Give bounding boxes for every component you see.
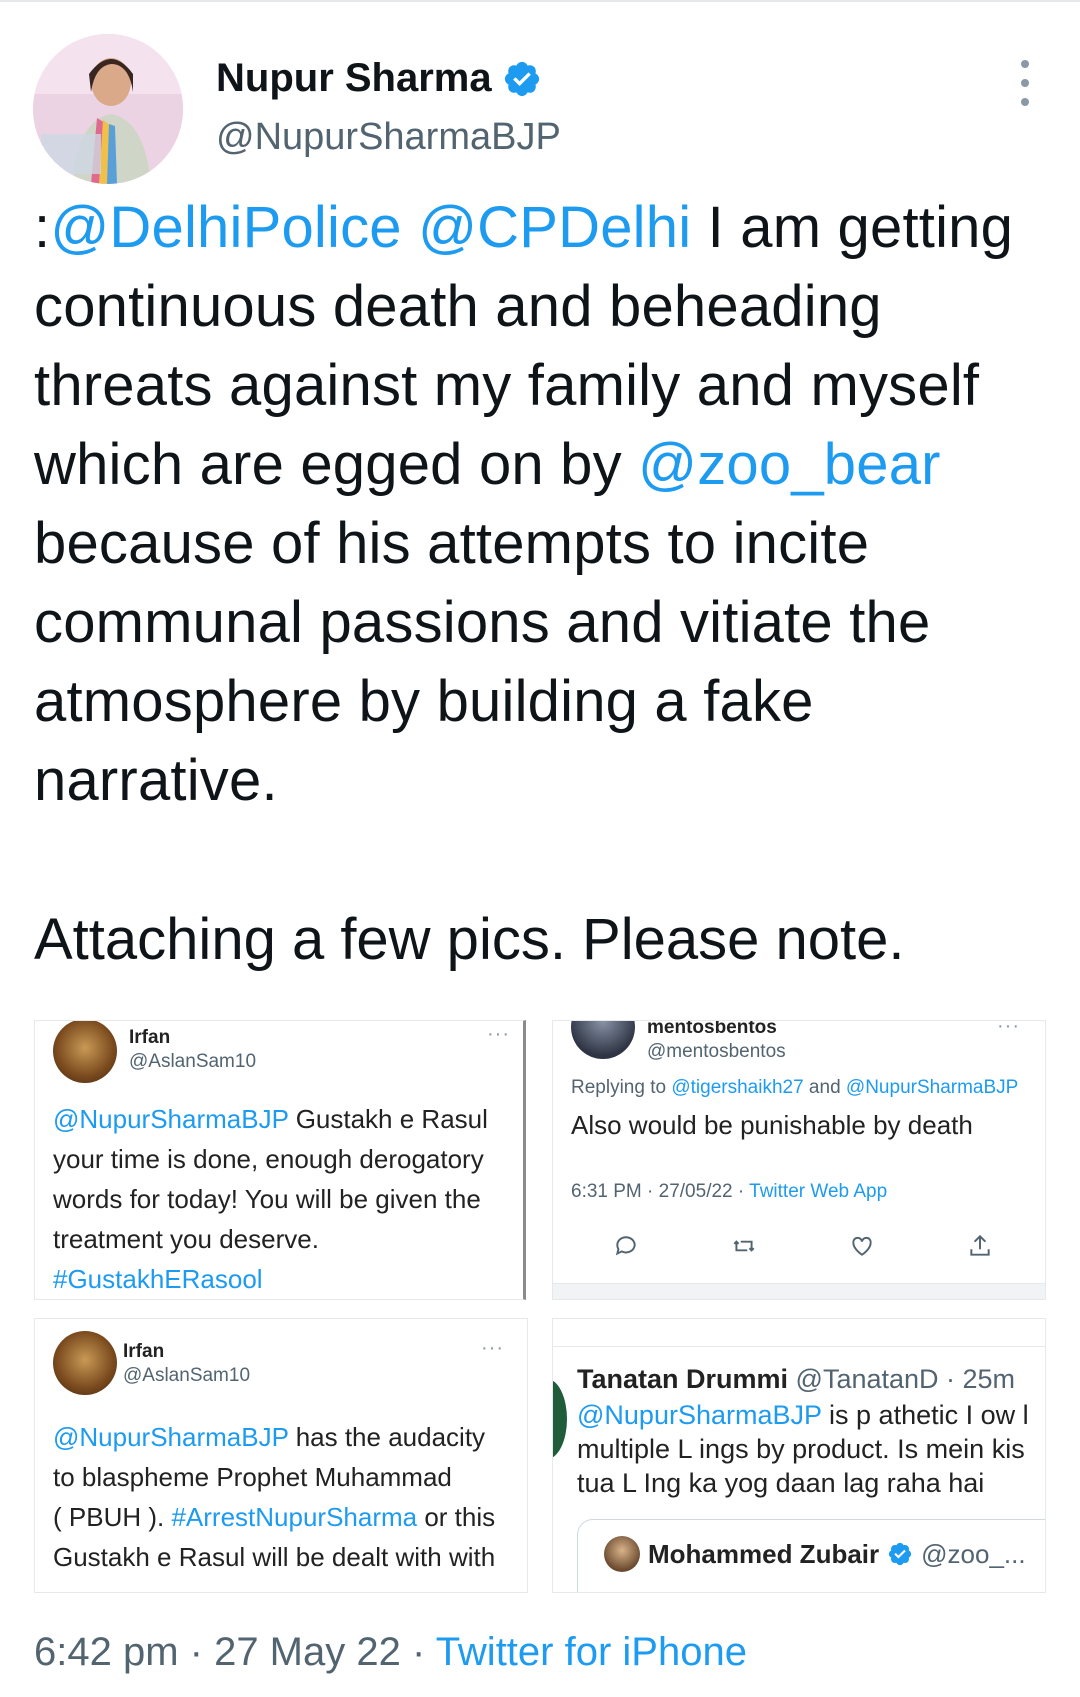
author-name[interactable]: Nupur Sharma bbox=[216, 56, 542, 101]
text-segment: : bbox=[34, 195, 51, 260]
image2-bottom-strip bbox=[553, 1283, 1045, 1299]
lion-avatar-icon bbox=[53, 1021, 117, 1083]
tweet-line: communal passions and vitiate the bbox=[34, 583, 1064, 662]
text-segment: which are egged on by bbox=[34, 432, 639, 497]
reply-icon bbox=[615, 1236, 636, 1256]
image2-handle: @mentosbentos bbox=[647, 1041, 786, 1062]
tweet-line: :@DelhiPolice @CPDelhi I am getting bbox=[34, 188, 1064, 267]
top-divider bbox=[0, 0, 1080, 2]
tweet-line: atmosphere by building a fake bbox=[34, 662, 1064, 741]
mention-link[interactable]: @NupurSharmaBJP bbox=[53, 1422, 288, 1452]
image1-line: treatment you deserve. bbox=[53, 1219, 488, 1259]
mention-link[interactable]: @CPDelhi bbox=[418, 195, 691, 260]
image3-body: @NupurSharmaBJP has the audacity to blasp… bbox=[53, 1417, 495, 1577]
text-segment: Gustakh e Rasul bbox=[288, 1104, 488, 1134]
tweet-line: narrative. bbox=[34, 741, 1064, 820]
like-icon bbox=[852, 1236, 872, 1256]
image2-name: mentosbentos bbox=[647, 1020, 777, 1038]
author-handle[interactable]: @NupurSharmaBJP bbox=[216, 116, 561, 159]
text-segment: or this bbox=[417, 1502, 496, 1532]
image3-line: ( PBUH ). #ArrestNupurSharma or this bbox=[53, 1497, 495, 1537]
image3-line: @NupurSharmaBJP has the audacity bbox=[53, 1417, 495, 1457]
image1-line: #GustakhERasool bbox=[53, 1259, 488, 1299]
verified-badge-icon bbox=[889, 1542, 912, 1566]
image3-line: Gustakh e Rasul will be dealt with with bbox=[53, 1537, 495, 1577]
image1-line: @NupurSharmaBJP Gustakh e Rasul bbox=[53, 1099, 488, 1139]
mention-link[interactable]: @zoo_bear bbox=[638, 432, 941, 497]
more-options-icon[interactable] bbox=[1010, 60, 1040, 106]
verified-badge-icon bbox=[504, 61, 539, 96]
image4-quoted-tweet: Mohammed Zubair @zoo_... bbox=[577, 1519, 1045, 1592]
text-segment: atmosphere by building a fake bbox=[34, 669, 814, 734]
quoted-avatar-icon bbox=[604, 1536, 640, 1572]
image3-handle: @AslanSam10 bbox=[123, 1365, 251, 1386]
image2-meta: 6:31 PM · 27/05/22 · Twitter Web App bbox=[571, 1181, 888, 1202]
image4-line2: multiple L ings by product. Is mein kis bbox=[577, 1434, 1025, 1464]
text-segment: ( PBUH ). bbox=[53, 1502, 172, 1532]
mention-link[interactable]: #ArrestNupurSharma bbox=[171, 1502, 417, 1532]
image2-more-icon: ··· bbox=[997, 1020, 1020, 1037]
mention-link[interactable]: @NupurSharmaBJP bbox=[53, 1104, 288, 1134]
tweet-timestamp: 6:42 pm · 27 May 22 · Twitter for iPhone bbox=[34, 1630, 747, 1675]
image2-replying-to: Replying to @tigershaikh27 and @NupurSha… bbox=[571, 1077, 1019, 1098]
text-segment: treatment you deserve. bbox=[53, 1224, 319, 1254]
user-avatar-icon bbox=[571, 1021, 635, 1059]
tweet-text-attaching: Attaching a few pics. Please note. bbox=[34, 907, 905, 972]
tweet-source-link[interactable]: Twitter for iPhone bbox=[436, 1630, 747, 1674]
image2-body: Also would be punishable by death bbox=[571, 1110, 973, 1140]
retweet-icon bbox=[733, 1240, 755, 1252]
image1-line: words for today! You will be given the bbox=[53, 1179, 488, 1219]
text-segment: I am getting bbox=[691, 195, 1014, 260]
image2-actions bbox=[613, 1233, 993, 1259]
tweet-line: continuous death and beheading bbox=[34, 267, 1064, 346]
attached-image-3[interactable]: Irfan @AslanSam10 ··· @NupurSharmaBJP ha… bbox=[34, 1318, 528, 1593]
text-segment: to blaspheme Prophet Muhammad bbox=[53, 1462, 452, 1492]
tweet-line: which are egged on by @zoo_bear bbox=[34, 425, 1064, 504]
text-segment: Gustakh e Rasul will be dealt with with bbox=[53, 1542, 496, 1572]
avatar-photo bbox=[33, 34, 183, 184]
image3-line: to blaspheme Prophet Muhammad bbox=[53, 1457, 495, 1497]
image1-line: your time is done, enough derogatory bbox=[53, 1139, 488, 1179]
text-segment: communal passions and vitiate the bbox=[34, 590, 931, 655]
timestamp-text: 6:42 pm · 27 May 22 · bbox=[34, 1630, 436, 1674]
tweet-text: :@DelhiPolice @CPDelhi I am getting conti… bbox=[34, 188, 1064, 820]
text-segment: words for today! You will be given the bbox=[53, 1184, 481, 1214]
quoted-author-row: Mohammed Zubair @zoo_... bbox=[604, 1536, 1026, 1572]
image1-more-icon: ··· bbox=[487, 1023, 510, 1045]
image1-name: Irfan bbox=[129, 1027, 171, 1048]
attached-image-4[interactable]: Tanatan Drummi @TanatanD · 25m @NupurSha… bbox=[552, 1318, 1046, 1593]
image4-author-line: Tanatan Drummi @TanatanD · 25m bbox=[577, 1364, 1016, 1394]
attached-image-1[interactable]: Irfan @AslanSam10 ··· @NupurSharmaBJP Gu… bbox=[34, 1020, 526, 1300]
image1-body: @NupurSharmaBJP Gustakh e Rasul your time… bbox=[53, 1099, 488, 1299]
quoted-name: Mohammed Zubair bbox=[648, 1538, 880, 1569]
image4-line1: @NupurSharmaBJP is p athetic I ow l bbox=[577, 1400, 1029, 1430]
tweet-line: because of his attempts to incite bbox=[34, 504, 1064, 583]
avatar[interactable] bbox=[33, 34, 183, 184]
text-segment: your time is done, enough derogatory bbox=[53, 1144, 484, 1174]
mention-link[interactable]: @DelhiPolice bbox=[50, 195, 401, 260]
lion-avatar-icon bbox=[53, 1331, 117, 1395]
share-icon bbox=[970, 1234, 990, 1256]
image4-line3: tua L Ing ka yog daan lag raha hai bbox=[577, 1468, 985, 1498]
text-segment: because of his attempts to incite bbox=[34, 511, 870, 576]
image3-more-icon: ··· bbox=[481, 1337, 504, 1359]
image4-top-strip bbox=[553, 1319, 1045, 1347]
image3-name: Irfan bbox=[123, 1341, 165, 1362]
text-segment: continuous death and beheading bbox=[34, 274, 882, 339]
quoted-handle: @zoo_... bbox=[921, 1538, 1026, 1569]
attached-image-2[interactable]: mentosbentos @mentosbentos ··· Replying … bbox=[552, 1020, 1046, 1300]
text-segment: has the audacity bbox=[288, 1422, 486, 1452]
text-segment: narrative. bbox=[34, 748, 278, 813]
tweet-line: threats against my family and myself bbox=[34, 346, 1064, 425]
image1-handle: @AslanSam10 bbox=[129, 1051, 257, 1072]
text-segment bbox=[402, 195, 418, 260]
image4-avatar-icon bbox=[553, 1379, 567, 1459]
mention-link[interactable]: #GustakhERasool bbox=[53, 1264, 263, 1294]
text-segment: threats against my family and myself bbox=[34, 353, 980, 418]
author-name-text: Nupur Sharma bbox=[216, 56, 492, 100]
